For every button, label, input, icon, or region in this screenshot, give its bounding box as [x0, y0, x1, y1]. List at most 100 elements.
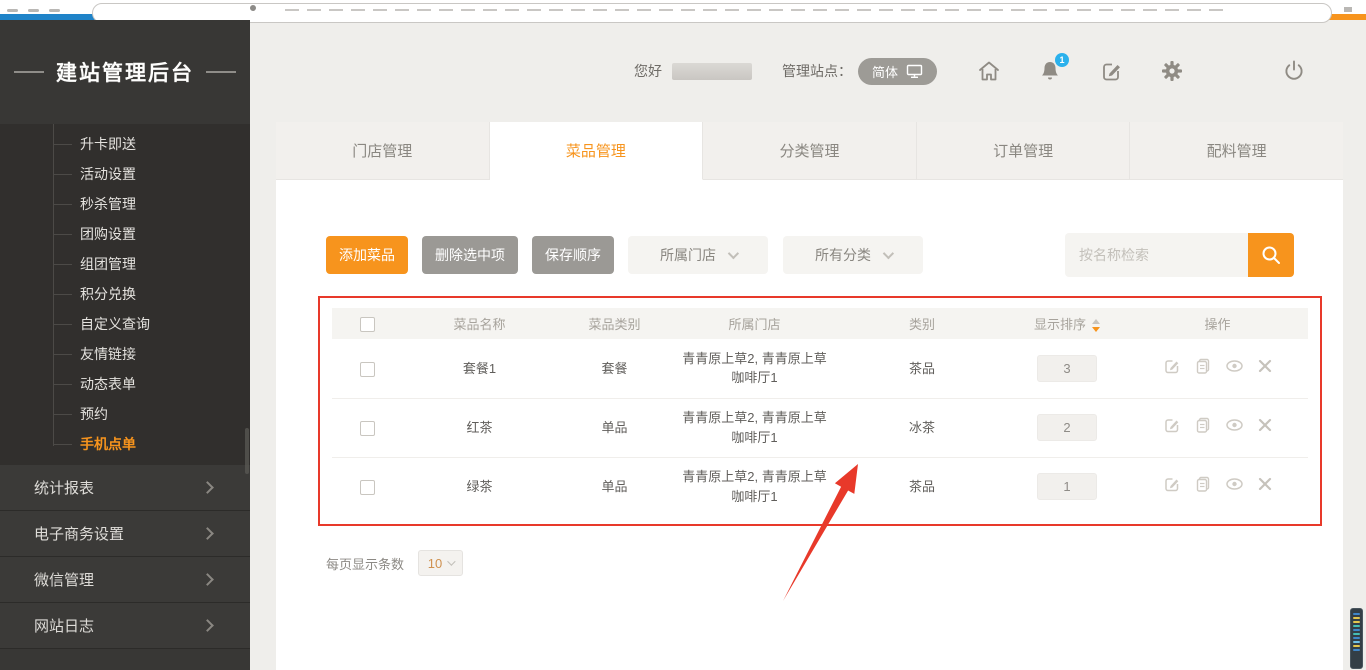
username-redacted: [672, 63, 752, 80]
page-size-control: 每页显示条数 10: [326, 550, 1343, 576]
view-eye-icon[interactable]: [1225, 475, 1244, 493]
add-dish-button[interactable]: 添加菜品: [326, 236, 408, 274]
save-order-button[interactable]: 保存顺序: [532, 236, 614, 274]
browser-forward-icon[interactable]: [28, 9, 39, 12]
row-checkbox[interactable]: [360, 480, 375, 495]
select-all-checkbox[interactable]: [360, 317, 375, 332]
tab-dish-manage[interactable]: 菜品管理: [490, 122, 704, 180]
category-filter-dropdown[interactable]: 所有分类: [783, 236, 923, 274]
browser-bookmark-icon[interactable]: [1344, 7, 1352, 12]
browser-back-icon[interactable]: [7, 9, 18, 12]
chevron-down-icon: [728, 248, 739, 259]
sort-order-input[interactable]: 1: [1037, 473, 1097, 500]
section-label: 微信管理: [34, 569, 94, 590]
top-header: 您好 管理站点： 简体: [250, 20, 1366, 122]
cell-type: 茶品: [837, 457, 1007, 516]
cell-type: 茶品: [837, 339, 1007, 398]
delete-selected-button[interactable]: 删除选中项: [422, 236, 518, 274]
sidebar-title: 建站管理后台: [0, 20, 250, 124]
copy-icon[interactable]: [1194, 475, 1212, 493]
sidebar-item-reservation[interactable]: 预约: [0, 399, 250, 429]
home-icon[interactable]: [977, 59, 1001, 83]
cell-dish-category: 单品: [557, 457, 672, 516]
main-content: 您好 管理站点： 简体: [250, 20, 1366, 670]
row-checkbox[interactable]: [360, 362, 375, 377]
tab-store-manage[interactable]: 门店管理: [276, 122, 490, 180]
sidebar-item-dynamic-form[interactable]: 动态表单: [0, 369, 250, 399]
cell-dish-category: 单品: [557, 398, 672, 457]
row-actions: [1163, 357, 1273, 375]
view-eye-icon[interactable]: [1225, 357, 1244, 375]
delete-x-icon[interactable]: [1257, 476, 1273, 492]
page-size-dropdown[interactable]: 10: [418, 550, 463, 576]
sidebar-item-points[interactable]: 积分兑换: [0, 279, 250, 309]
sort-header-label: 显示排序: [1034, 317, 1086, 332]
sort-order-input[interactable]: 2: [1037, 414, 1097, 441]
copy-icon[interactable]: [1194, 416, 1212, 434]
sidebar-item-activity[interactable]: 活动设置: [0, 159, 250, 189]
sort-arrows-icon[interactable]: [1092, 319, 1100, 332]
chevron-right-icon: [201, 481, 214, 494]
tab-ingredient-manage[interactable]: 配料管理: [1130, 122, 1343, 180]
search-box: [1065, 233, 1294, 277]
dish-table-highlight-box: 菜品名称 菜品类别 所属门店 类别 显示排序 操作: [318, 296, 1322, 526]
edit-icon[interactable]: [1163, 357, 1181, 375]
delete-x-icon[interactable]: [1257, 358, 1273, 374]
sidebar-item-mobile-order[interactable]: 手机点单: [0, 429, 250, 459]
greeting-text: 您好: [634, 61, 662, 81]
sidebar-item-groupbuy[interactable]: 团购设置: [0, 219, 250, 249]
store-filter-dropdown[interactable]: 所属门店: [628, 236, 768, 274]
tab-order-manage[interactable]: 订单管理: [917, 122, 1131, 180]
search-button[interactable]: [1248, 233, 1294, 277]
table-row: 套餐1 套餐 青青原上草2, 青青原上草咖啡厅1 茶品 3: [332, 339, 1308, 398]
docked-minimap-widget[interactable]: [1350, 608, 1363, 669]
chevron-right-icon: [201, 619, 214, 632]
row-checkbox[interactable]: [360, 421, 375, 436]
edit-icon[interactable]: [1163, 416, 1181, 434]
store-filter-label: 所属门店: [660, 245, 716, 265]
sidebar-section-wechat[interactable]: 微信管理: [0, 557, 250, 603]
cell-dish-name: 红茶: [402, 398, 557, 457]
browser-refresh-icon[interactable]: [49, 9, 60, 12]
row-actions: [1163, 416, 1273, 434]
view-eye-icon[interactable]: [1225, 416, 1244, 434]
notification-badge: 1: [1055, 53, 1069, 67]
browser-url-text: [285, 9, 1226, 11]
copy-icon[interactable]: [1194, 357, 1212, 375]
sidebar-item-group-manage[interactable]: 组团管理: [0, 249, 250, 279]
sidebar-section-ecommerce[interactable]: 电子商务设置: [0, 511, 250, 557]
sidebar-submenu: 升卡即送 活动设置 秒杀管理 团购设置 组团管理 积分兑换 自定义查询 友情链接…: [0, 124, 250, 465]
language-label: 简体: [872, 62, 898, 81]
sidebar-item-links[interactable]: 友情链接: [0, 339, 250, 369]
search-icon: [1260, 244, 1282, 266]
row-actions: [1163, 475, 1273, 493]
sidebar-item-seckill[interactable]: 秒杀管理: [0, 189, 250, 219]
language-button[interactable]: 简体: [858, 58, 937, 85]
sidebar-section-reports[interactable]: 统计报表: [0, 465, 250, 511]
notifications-bell-icon[interactable]: 1: [1038, 59, 1062, 83]
sidebar-item-card-gift[interactable]: 升卡即送: [0, 129, 250, 159]
edit-icon[interactable]: [1163, 475, 1181, 493]
site-label: 管理站点：: [782, 61, 852, 81]
col-actions: 操作: [1127, 308, 1308, 339]
sidebar-scrollbar[interactable]: [245, 428, 249, 474]
col-type: 类别: [837, 308, 1007, 339]
settings-gear-icon[interactable]: [1160, 59, 1184, 83]
apps-grid-icon[interactable]: [1221, 59, 1245, 83]
sidebar-item-custom-query[interactable]: 自定义查询: [0, 309, 250, 339]
col-dish-name: 菜品名称: [402, 308, 557, 339]
tab-category-manage[interactable]: 分类管理: [703, 122, 917, 180]
edit-pencil-icon[interactable]: [1099, 59, 1123, 83]
chevron-down-icon: [883, 248, 894, 259]
delete-x-icon[interactable]: [1257, 417, 1273, 433]
power-logout-icon[interactable]: [1282, 59, 1306, 83]
search-input[interactable]: [1065, 233, 1248, 277]
site-favicon: [250, 5, 256, 11]
sidebar-section-logs[interactable]: 网站日志: [0, 603, 250, 649]
category-filter-label: 所有分类: [815, 245, 871, 265]
table-header-row: 菜品名称 菜品类别 所属门店 类别 显示排序 操作: [332, 308, 1308, 339]
sidebar-sections: 统计报表 电子商务设置 微信管理 网站日志: [0, 465, 250, 649]
cell-dish-name: 套餐1: [402, 339, 557, 398]
col-sort-order[interactable]: 显示排序: [1007, 308, 1127, 339]
sort-order-input[interactable]: 3: [1037, 355, 1097, 382]
